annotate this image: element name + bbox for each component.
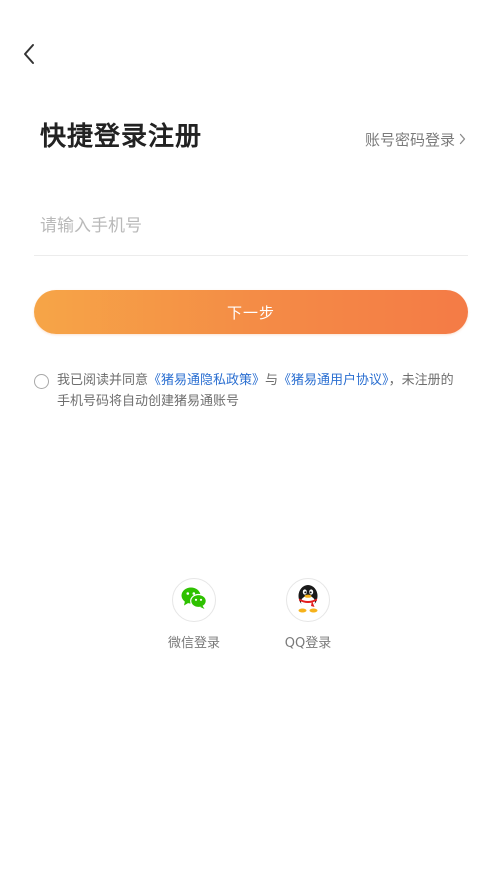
phone-input[interactable]: [34, 198, 468, 254]
page-title: 快捷登录注册: [40, 122, 203, 152]
wechat-login-button[interactable]: 微信登录: [162, 578, 226, 651]
qq-login-button[interactable]: QQ登录: [276, 578, 340, 651]
phone-field: [34, 198, 468, 256]
agreement-text: 我已阅读并同意《猪易通隐私政策》与《猪易通用户协议》，未注册的手机号码将自动创建…: [57, 370, 466, 412]
next-button-label: 下一步: [226, 303, 275, 322]
wechat-icon: [180, 586, 208, 614]
qq-icon-circle: [286, 578, 330, 622]
social-login: 微信登录 QQ登录: [0, 578, 502, 651]
qq-login-label: QQ登录: [284, 636, 332, 651]
wechat-icon-circle: [172, 578, 216, 622]
password-login-link[interactable]: 账号密码登录: [365, 129, 466, 150]
agreement-prefix: 我已阅读并同意: [57, 373, 149, 388]
chevron-left-icon: [21, 42, 37, 70]
next-button[interactable]: 下一步: [34, 290, 468, 334]
login-page: 快捷登录注册 账号密码登录 下一步 我已阅读并同意《猪易通隐私政策》与《猪易通用…: [0, 0, 502, 892]
agreement: 我已阅读并同意《猪易通隐私政策》与《猪易通用户协议》，未注册的手机号码将自动创建…: [34, 370, 466, 412]
privacy-policy-link[interactable]: 《猪易通隐私政策》: [148, 373, 265, 388]
agree-checkbox[interactable]: [34, 374, 49, 389]
user-agreement-link[interactable]: 《猪易通用户协议》: [278, 373, 389, 388]
chevron-right-icon: [459, 131, 466, 149]
qq-penguin-icon: [293, 582, 323, 618]
agreement-connector: 与: [265, 373, 279, 388]
password-login-label: 账号密码登录: [364, 131, 455, 149]
wechat-login-label: 微信登录: [167, 636, 220, 651]
back-button[interactable]: [14, 40, 44, 72]
